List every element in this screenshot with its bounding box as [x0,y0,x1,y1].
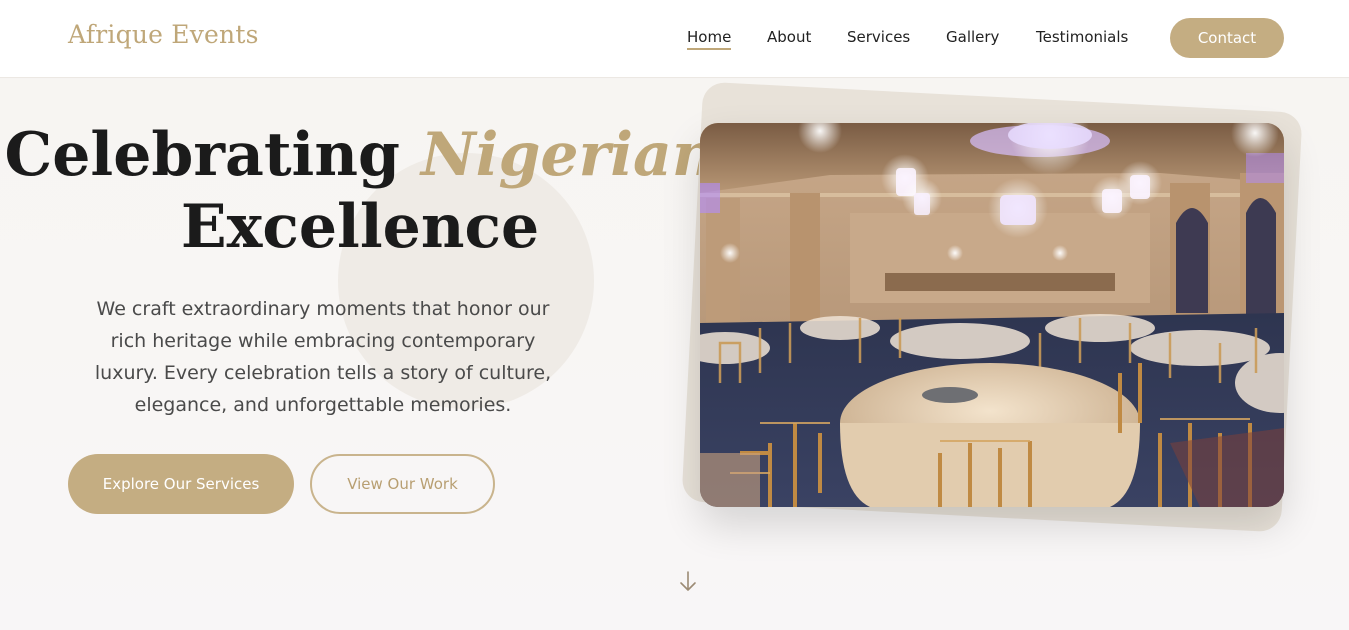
nav-home[interactable]: Home [687,28,732,50]
hero-lead-text: We craft extraordinary moments that hono… [94,298,552,416]
nav-gallery[interactable]: Gallery [946,28,999,46]
headline-word-excellence: Excellence [180,192,540,262]
headline-accent-word: Nigerian [420,120,716,190]
banquet-hall-photo [700,123,1284,507]
nav-services[interactable]: Services [847,28,910,46]
hero-section: Celebrating Nigerian Excellence We craft… [0,79,1349,630]
view-work-button[interactable]: View Our Work [310,454,495,514]
nav-about[interactable]: About [767,28,811,46]
explore-services-button[interactable]: Explore Our Services [68,454,294,514]
contact-button[interactable]: Contact [1170,18,1284,58]
nav-testimonials[interactable]: Testimonials [1036,28,1128,46]
headline-word-celebrating: Celebrating [4,120,400,190]
hero-headline: Celebrating Nigerian Excellence [0,119,720,263]
brand-logo[interactable]: Afrique Events [68,20,259,49]
arrow-down-icon[interactable] [677,569,699,595]
navbar: Afrique Events Home About Services Galle… [0,0,1349,78]
